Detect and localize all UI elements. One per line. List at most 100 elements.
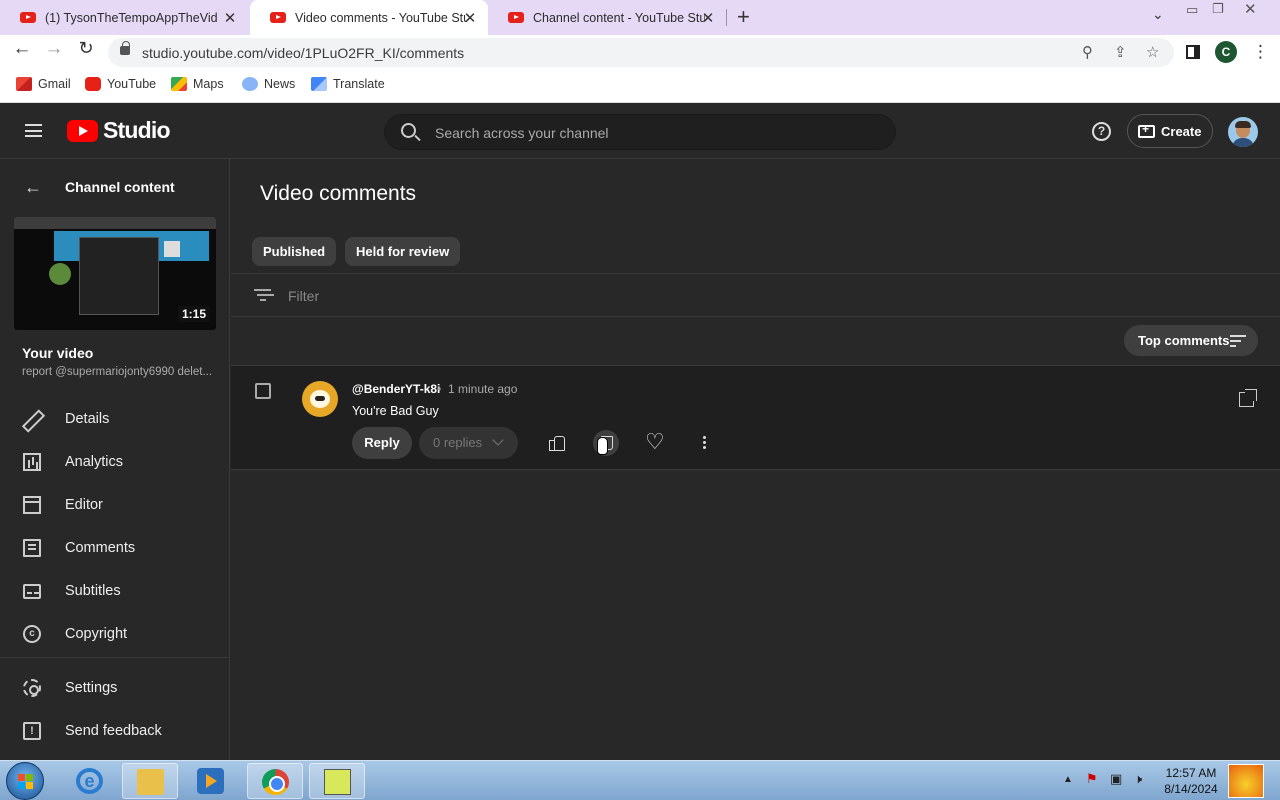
youtube-logo-icon[interactable]	[67, 120, 98, 142]
profile-avatar[interactable]: C	[1215, 41, 1237, 63]
sidebar-item-label: Copyright	[65, 626, 128, 642]
sidebar-item-send-feedback[interactable]: ! Send feedback	[0, 711, 230, 751]
account-avatar[interactable]	[1228, 117, 1258, 147]
browser-menu-icon[interactable]: ⋮	[1252, 42, 1269, 62]
lock-icon[interactable]	[120, 41, 130, 55]
studio-logo-text[interactable]: Studio	[103, 117, 171, 144]
close-tab-icon[interactable]: ✕	[222, 9, 238, 27]
thumbs-up-icon[interactable]	[544, 430, 570, 456]
bookmark-label: YouTube	[107, 77, 157, 91]
tab-search-chevron-icon[interactable]: ⌄	[1152, 6, 1164, 23]
action-center-flag-icon[interactable]: ⚑	[1086, 771, 1098, 787]
address-bar[interactable]: studio.youtube.com/video/1PLuO2FR_KI/com…	[108, 38, 1174, 67]
back-label[interactable]: Channel content	[65, 179, 175, 195]
news-icon	[242, 77, 258, 91]
forward-icon[interactable]: →	[40, 38, 68, 60]
windows-logo-icon	[18, 774, 34, 790]
search-icon[interactable]	[401, 123, 416, 138]
channel-search[interactable]	[384, 114, 896, 150]
reply-button[interactable]: Reply	[352, 427, 412, 459]
bookmark-news[interactable]: News	[242, 77, 295, 91]
tab-held-for-review[interactable]: Held for review	[345, 237, 461, 266]
restore-icon[interactable]: ❐	[1212, 1, 1224, 17]
taskbar-chrome[interactable]	[247, 763, 303, 799]
zoom-icon[interactable]: ⚲	[1082, 43, 1093, 61]
browser-toolbar: ← → ↻ studio.youtube.com/video/1PLuO2FR_…	[0, 35, 1280, 70]
new-tab-icon[interactable]: +	[737, 4, 750, 30]
browser-tab-3[interactable]: Channel content - YouTube Studio ✕	[488, 0, 726, 35]
filter-icon[interactable]	[254, 289, 271, 301]
comment-author[interactable]: @BenderYT-k8i	[352, 382, 440, 396]
close-window-icon[interactable]: ✕	[1244, 0, 1257, 18]
create-button[interactable]: Create	[1127, 114, 1213, 148]
tab-published[interactable]: Published	[252, 237, 337, 266]
translate-icon	[311, 77, 327, 91]
share-icon[interactable]: ⇪	[1114, 43, 1127, 61]
browser-tab-2[interactable]: Video comments - YouTube Studio ✕	[250, 0, 488, 35]
bookmark-maps[interactable]: Maps	[171, 77, 224, 91]
internet-explorer-icon: e	[76, 768, 103, 794]
url-text[interactable]: studio.youtube.com/video/1PLuO2FR_KI/com…	[142, 45, 464, 61]
help-icon[interactable]: ?	[1092, 122, 1111, 141]
close-tab-icon[interactable]: ✕	[462, 9, 478, 27]
network-icon[interactable]: ▣	[1110, 771, 1122, 787]
sidebar-item-subtitles[interactable]: Subtitles	[0, 571, 230, 611]
show-hidden-icons-icon[interactable]: ▲	[1063, 774, 1073, 785]
bookmark-translate[interactable]: Translate	[311, 77, 385, 91]
sidebar-divider	[0, 657, 230, 658]
start-button[interactable]	[6, 762, 44, 800]
reload-icon[interactable]: ↻	[72, 38, 100, 59]
video-thumbnail[interactable]: 1:15	[14, 217, 216, 330]
comments-list: @BenderYT-k8i • 1 minute ago You're Bad …	[231, 365, 1280, 760]
sidebar-item-label: Analytics	[65, 454, 124, 470]
search-input[interactable]	[435, 123, 875, 143]
open-in-new-icon[interactable]	[1239, 389, 1257, 407]
sort-icon	[1230, 335, 1246, 347]
comment-text: You're Bad Guy	[352, 404, 439, 418]
bookmark-star-icon[interactable]: ☆	[1146, 43, 1159, 61]
app-icon	[324, 769, 351, 795]
filter-bar[interactable]: Filter	[231, 273, 1280, 317]
sidebar-item-comments[interactable]: Comments	[0, 528, 230, 568]
sidebar-item-settings[interactable]: Settings	[0, 668, 230, 708]
sidebar-item-copyright[interactable]: c Copyright	[0, 614, 230, 654]
sort-comments-button[interactable]: Top comments	[1124, 325, 1258, 356]
heart-icon[interactable]	[642, 429, 668, 456]
bookmark-youtube[interactable]: YouTube	[85, 77, 156, 91]
system-clock[interactable]: 12:57 AM 8/14/2024	[1160, 765, 1222, 797]
comment-select-checkbox[interactable]	[255, 383, 271, 399]
sidebar-item-label: Comments	[65, 540, 136, 556]
tab-title: Video comments - YouTube Studio	[295, 10, 467, 25]
taskbar-internet-explorer[interactable]: e	[62, 763, 118, 799]
media-player-icon	[197, 768, 224, 794]
editor-icon	[23, 496, 41, 514]
user-tile-icon[interactable]	[1228, 764, 1264, 798]
back-to-channel-content[interactable]: ← Channel content	[0, 175, 230, 199]
back-icon[interactable]: ←	[8, 38, 36, 60]
filter-input[interactable]: Filter	[288, 288, 319, 304]
taskbar-media-player[interactable]	[183, 763, 239, 799]
video-title[interactable]: report @supermariojonty6990 delet...	[22, 366, 212, 378]
sidebar-item-label: Editor	[65, 497, 103, 513]
bookmark-gmail[interactable]: Gmail	[16, 77, 71, 91]
browser-tab-1[interactable]: (1) TysonTheTempoAppTheVideo ✕	[0, 0, 248, 35]
more-actions-icon[interactable]	[691, 430, 717, 456]
taskbar-active-app[interactable]	[309, 763, 365, 799]
youtube-favicon-icon	[270, 12, 286, 23]
sidebar-item-editor[interactable]: Editor	[0, 485, 230, 525]
menu-icon[interactable]	[25, 124, 42, 137]
sidebar-item-details[interactable]: Details	[0, 399, 230, 439]
side-panel-icon[interactable]	[1186, 45, 1200, 59]
volume-muted-icon[interactable]: 🕨	[1134, 771, 1142, 787]
youtube-icon	[85, 77, 101, 91]
replies-count: 0 replies	[433, 435, 483, 450]
taskbar-file-explorer[interactable]	[122, 763, 178, 799]
close-tab-icon[interactable]: ✕	[700, 9, 716, 27]
arrow-back-icon[interactable]: ←	[24, 177, 42, 198]
replies-dropdown[interactable]: 0 replies	[419, 427, 518, 459]
gmail-icon	[16, 77, 32, 91]
minimize-icon[interactable]: ▭	[1186, 2, 1198, 18]
commenter-avatar[interactable]	[302, 381, 338, 417]
create-label: Create	[1161, 123, 1202, 139]
sidebar-item-analytics[interactable]: Analytics	[0, 442, 230, 482]
